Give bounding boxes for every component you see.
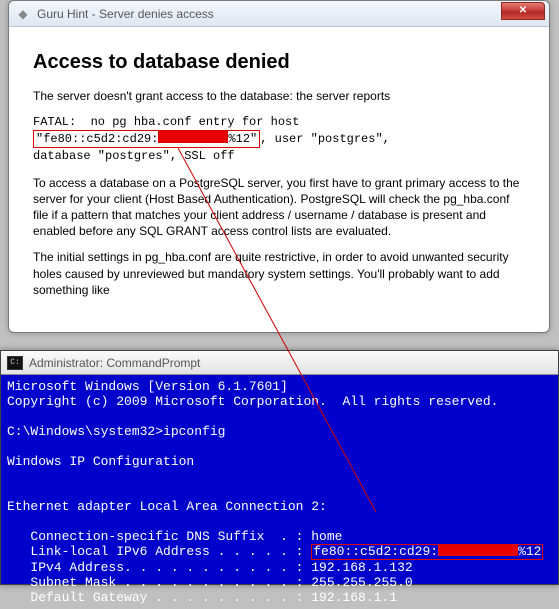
error-block: FATAL: no pg hba.conf entry for host "fe…: [33, 114, 525, 164]
intro-text: The server doesn't grant access to the d…: [33, 88, 525, 104]
cmd-title: Administrator: CommandPrompt: [29, 356, 200, 370]
error-rest: , user "postgres",: [260, 132, 390, 146]
guru-titlebar[interactable]: ◆ Guru Hint - Server denies access ✕: [9, 1, 549, 27]
page-heading: Access to database denied: [33, 49, 525, 76]
app-icon: ◆: [15, 6, 31, 22]
cmd-banner-2: Copyright (c) 2009 Microsoft Corporation…: [7, 394, 498, 409]
ipv6-prefix: fe80::c5d2:cd29:: [313, 544, 438, 559]
cmd-section-heading: Windows IP Configuration: [7, 454, 194, 469]
host-suffix: %12": [228, 132, 257, 146]
cmd-adapter-heading: Ethernet adapter Local Area Connection 2…: [7, 499, 327, 514]
cmd-icon: C:: [7, 356, 23, 370]
cmd-ipv4-line: IPv4 Address. . . . . . . . . . . : 192.…: [7, 560, 413, 575]
cmd-ipv6-label: Link-local IPv6 Address . . . . . :: [7, 544, 311, 559]
cmd-mask-line: Subnet Mask . . . . . . . . . . . : 255.…: [7, 575, 413, 590]
error-line3: database "postgres", SSL off: [33, 149, 235, 163]
host-prefix: "fe80::c5d2:cd29:: [36, 132, 158, 146]
cmd-titlebar[interactable]: C: Administrator: CommandPrompt: [1, 351, 558, 375]
ipv6-highlight-box: fe80::c5d2:cd29: %12: [311, 544, 543, 560]
close-button[interactable]: ✕: [501, 2, 545, 20]
error-line1: FATAL: no pg hba.conf entry for host: [33, 115, 299, 129]
cmd-body[interactable]: Microsoft Windows [Version 6.1.7601] Cop…: [1, 375, 558, 609]
cmd-prompt-line: C:\Windows\system32>ipconfig: [7, 424, 225, 439]
cmd-banner-1: Microsoft Windows [Version 6.1.7601]: [7, 379, 288, 394]
explain-para-2: The initial settings in pg_hba.conf are …: [33, 249, 525, 298]
cmd-window: C: Administrator: CommandPrompt Microsof…: [0, 350, 559, 585]
cmd-gw-line: Default Gateway . . . . . . . . . : 192.…: [7, 590, 397, 605]
redacted-segment: [438, 545, 518, 556]
host-highlight-box: "fe80::c5d2:cd29: %12": [33, 130, 260, 148]
guru-content: Access to database denied The server doe…: [19, 37, 539, 322]
ipv6-suffix: %12: [518, 544, 541, 559]
cmd-dns-line: Connection-specific DNS Suffix . : home: [7, 529, 342, 544]
explain-para-1: To access a database on a PostgreSQL ser…: [33, 175, 525, 240]
close-icon: ✕: [519, 5, 527, 16]
guru-hint-window: ◆ Guru Hint - Server denies access ✕ Acc…: [8, 0, 550, 333]
window-title: Guru Hint - Server denies access: [37, 7, 501, 21]
redacted-segment: [158, 131, 228, 143]
